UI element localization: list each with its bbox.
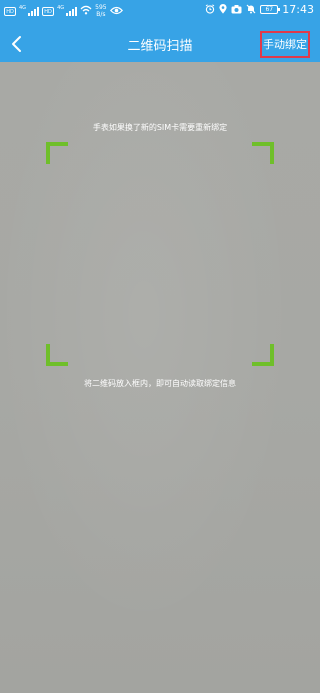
network-speed-value: 595 bbox=[95, 4, 107, 11]
status-right: 67 17:43 bbox=[205, 3, 314, 16]
status-time: 17:43 bbox=[282, 3, 314, 16]
alarm-icon bbox=[205, 3, 215, 16]
scan-corner-bottom-left bbox=[46, 344, 68, 366]
sim1-network-label: 4G bbox=[19, 5, 27, 11]
scan-corner-top-right bbox=[252, 142, 274, 164]
mute-icon bbox=[246, 4, 256, 16]
camera-icon bbox=[231, 4, 242, 16]
location-icon bbox=[219, 3, 227, 16]
nav-bar: 二维码扫描 手动绑定 bbox=[0, 26, 320, 62]
battery-icon: 67 bbox=[260, 5, 281, 14]
network-speed-unit: B/s bbox=[96, 11, 106, 18]
sim1-signal-icon: 4G bbox=[19, 5, 40, 16]
scan-corner-top-left bbox=[46, 142, 68, 164]
status-bar: HD 4G HD 4G 595 B/s 67 17:43 bbox=[0, 0, 320, 26]
sim2-hd-badge: HD bbox=[42, 6, 55, 16]
scan-instruction: 将二维码放入框内，即可自动读取绑定信息 bbox=[84, 379, 236, 388]
scan-frame bbox=[46, 142, 274, 366]
camera-preview: 手表如果换了新的SIM卡需要重新绑定 将二维码放入框内，即可自动读取绑定信息 bbox=[0, 62, 320, 693]
sim2-signal-icon: 4G bbox=[57, 5, 78, 16]
sim1-hd-badge: HD bbox=[4, 6, 16, 16]
battery-level: 67 bbox=[265, 6, 274, 13]
sim-change-hint: 手表如果换了新的SIM卡需要重新绑定 bbox=[92, 123, 228, 132]
scan-corner-bottom-right bbox=[252, 344, 274, 366]
status-left: HD 4G HD 4G 595 B/s bbox=[4, 4, 123, 18]
sim2-network-label: 4G bbox=[57, 5, 65, 11]
network-speed: 595 B/s bbox=[95, 4, 106, 18]
eye-icon bbox=[109, 6, 123, 17]
wifi-icon bbox=[80, 5, 92, 17]
manual-bind-button[interactable]: 手动绑定 bbox=[260, 31, 310, 58]
